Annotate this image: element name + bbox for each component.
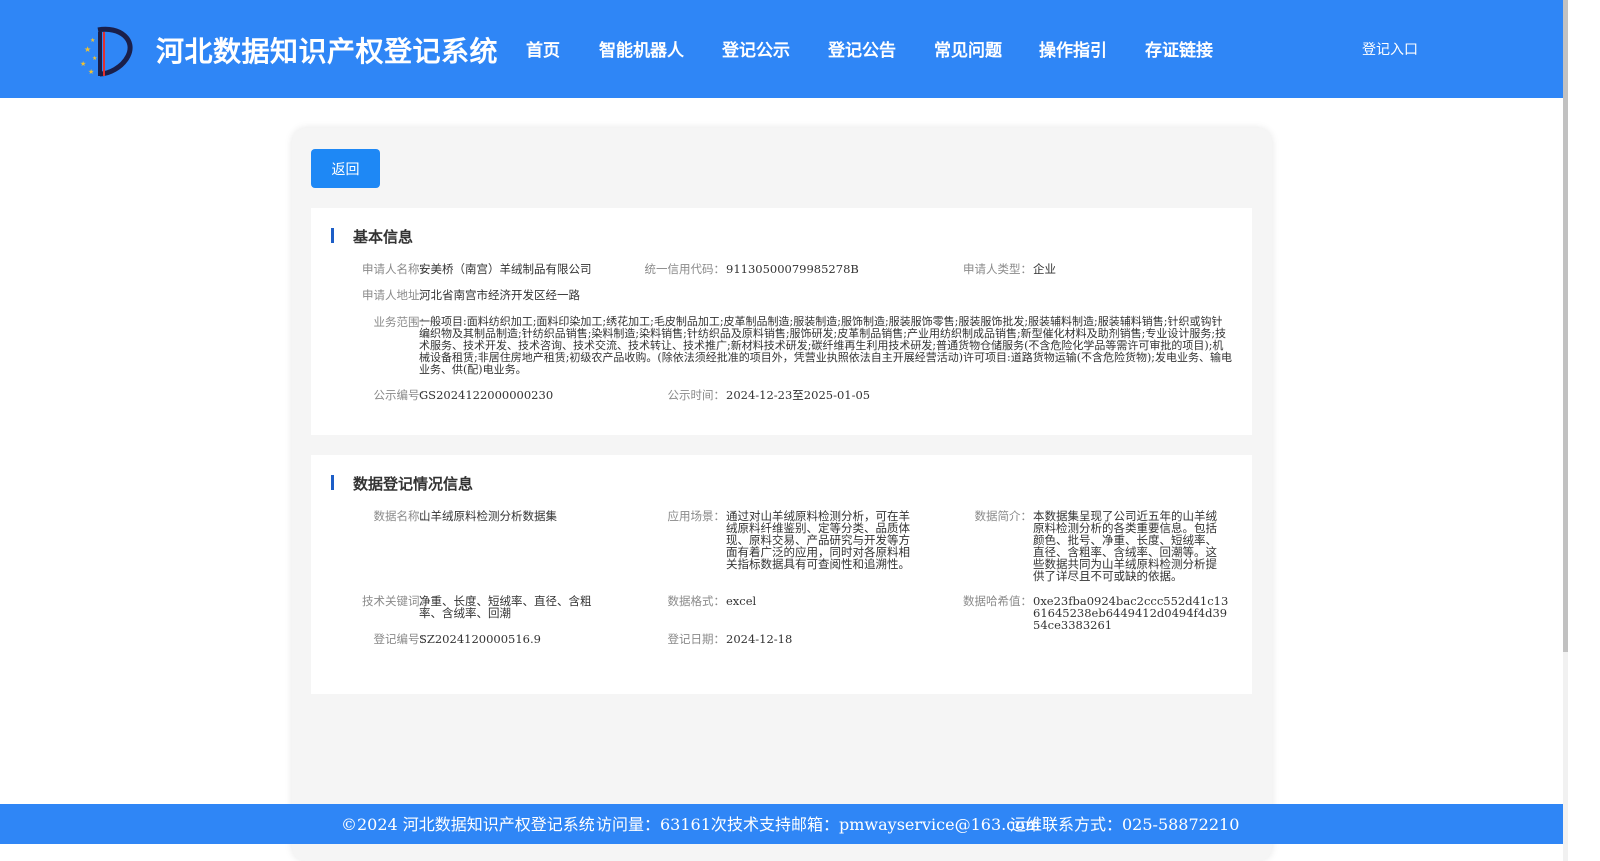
section-marker <box>331 228 334 243</box>
data-registration-section: 数据登记情况信息 数据名称： 山羊绒原料检测分析数据集 应用场景： 通过对山羊绒… <box>311 455 1252 694</box>
back-button[interactable]: 返回 <box>311 149 380 188</box>
footer-copyright: ©2024 河北数据知识产权登记系统 <box>341 815 595 834</box>
nav-guide[interactable]: 操作指引 <box>1039 36 1107 61</box>
data-hash-value: 0xe23fba0924bac2ccc552d41c1361645238eb64… <box>1033 594 1229 632</box>
applicant-type-label: 申请人类型： <box>963 262 1032 276</box>
nav-faq[interactable]: 常见问题 <box>934 36 1002 61</box>
data-format-value: excel <box>726 594 757 608</box>
address-value: 河北省南宫市经济开发区经一路 <box>419 288 580 302</box>
login-entry-link[interactable]: 登记入口 <box>1362 39 1418 59</box>
svg-text:★: ★ <box>80 60 86 68</box>
main-nav: 首页 智能机器人 登记公示 登记公告 常见问题 操作指引 存证链接 <box>0 36 1563 61</box>
svg-text:★: ★ <box>88 68 94 76</box>
nav-evidence-link[interactable]: 存证链接 <box>1145 36 1213 61</box>
footer-contact-phone: 运维联系方式：025-58872210 <box>1010 815 1240 834</box>
publication-time-label: 公示时间： <box>667 388 726 402</box>
applicant-name-value: 安美桥（南宫）羊绒制品有限公司 <box>419 262 592 276</box>
nav-announcement[interactable]: 登记公告 <box>828 36 896 61</box>
data-intro-value: 本数据集呈现了公司近五年的山羊绒原料检测分析的各类重要信息。包括颜色、批号、净重… <box>1033 509 1217 583</box>
business-scope-value: 一般项目:面料纺织加工;面料印染加工;绣花加工;毛皮制品加工;皮革制品制造;服装… <box>419 315 1232 376</box>
data-registration-title: 数据登记情况信息 <box>353 475 474 493</box>
scenario-value: 通过对山羊绒原料检测分析，可在羊绒原料纤维鉴别、定等分类、品质体现、原料交易、产… <box>726 509 910 571</box>
scenario-label: 应用场景： <box>667 509 726 523</box>
basic-info-title: 基本信息 <box>353 228 414 246</box>
section-marker <box>331 475 334 490</box>
footer-support-email: 技术支持邮箱：pmwayservice@163.com <box>727 815 1040 834</box>
registration-date-label: 登记日期： <box>667 632 726 646</box>
basic-info-section: 基本信息 申请人名称： 安美桥（南宫）羊绒制品有限公司 统一信用代码： 9113… <box>311 208 1252 435</box>
scrollbar-thumb[interactable] <box>1563 0 1568 652</box>
keywords-value: 净重、长度、短绒率、直径、含粗率、含绒率、回潮 <box>419 594 592 620</box>
nav-robot[interactable]: 智能机器人 <box>599 36 684 61</box>
applicant-type-value: 企业 <box>1033 262 1056 276</box>
data-name-value: 山羊绒原料检测分析数据集 <box>419 509 557 523</box>
credit-code-label: 统一信用代码： <box>644 262 726 276</box>
publication-number-value: GS2024122000000230 <box>419 388 554 402</box>
publication-time-value: 2024-12-23至2025-01-05 <box>726 388 871 402</box>
footer-visits: 访问量：63161次 <box>596 815 727 834</box>
nav-home[interactable]: 首页 <box>526 36 560 61</box>
data-hash-label: 数据哈希值： <box>963 594 1032 608</box>
data-format-label: 数据格式： <box>667 594 726 608</box>
credit-code-value: 91130500079985278B <box>726 262 859 276</box>
nav-public-notice[interactable]: 登记公示 <box>722 36 790 61</box>
data-intro-label: 数据简介： <box>974 509 1033 523</box>
registration-date-value: 2024-12-18 <box>726 632 793 646</box>
registration-number-value: SZ2024120000516.9 <box>419 632 541 646</box>
